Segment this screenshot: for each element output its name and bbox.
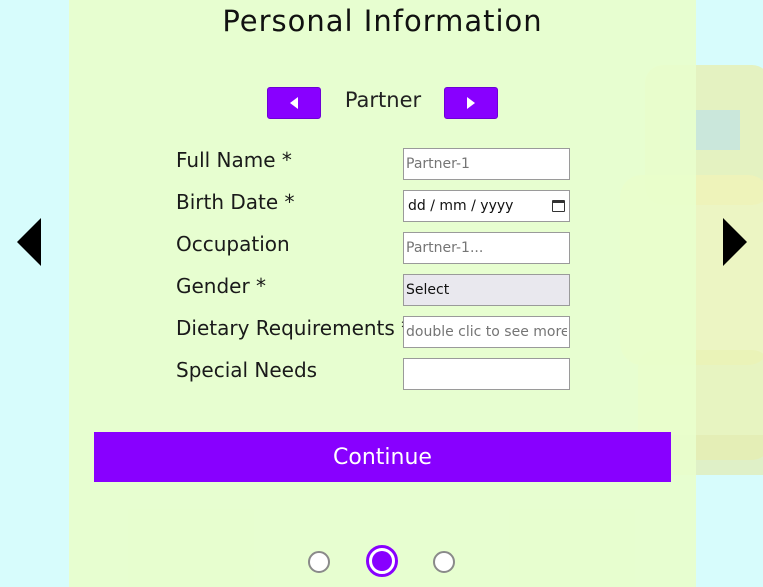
pagination-dot-1[interactable] bbox=[308, 551, 330, 573]
next-slide-arrow-icon[interactable] bbox=[723, 218, 747, 266]
dietary-requirements-label: Dietary Requirements * bbox=[176, 316, 412, 340]
gender-label: Gender * bbox=[176, 274, 267, 298]
caret-right-icon bbox=[467, 97, 475, 109]
caret-left-icon bbox=[290, 97, 298, 109]
current-person-label: Partner bbox=[344, 88, 422, 112]
full-name-label: Full Name * bbox=[176, 148, 292, 172]
previous-person-button[interactable] bbox=[267, 87, 321, 119]
birth-date-value: dd / mm / yyyy bbox=[408, 198, 514, 214]
previous-slide-arrow-icon[interactable] bbox=[17, 218, 41, 266]
pagination-dot-2-active[interactable] bbox=[366, 545, 398, 577]
birth-date-label: Birth Date * bbox=[176, 190, 295, 214]
next-person-button[interactable] bbox=[444, 87, 498, 119]
gender-select[interactable]: Select bbox=[403, 274, 570, 306]
birth-date-input[interactable]: dd / mm / yyyy bbox=[403, 190, 570, 222]
pagination-dot-3[interactable] bbox=[433, 551, 455, 573]
continue-button[interactable]: Continue bbox=[94, 432, 671, 482]
form-panel: Personal Information Partner Full Name *… bbox=[69, 0, 696, 587]
page-title: Personal Information bbox=[222, 4, 543, 38]
calendar-icon[interactable] bbox=[552, 200, 565, 212]
occupation-input[interactable] bbox=[403, 232, 570, 264]
full-name-input[interactable] bbox=[403, 148, 570, 180]
occupation-label: Occupation bbox=[176, 232, 290, 256]
dietary-requirements-input[interactable] bbox=[403, 316, 570, 348]
special-needs-label: Special Needs bbox=[176, 358, 318, 382]
special-needs-input[interactable] bbox=[403, 358, 570, 390]
